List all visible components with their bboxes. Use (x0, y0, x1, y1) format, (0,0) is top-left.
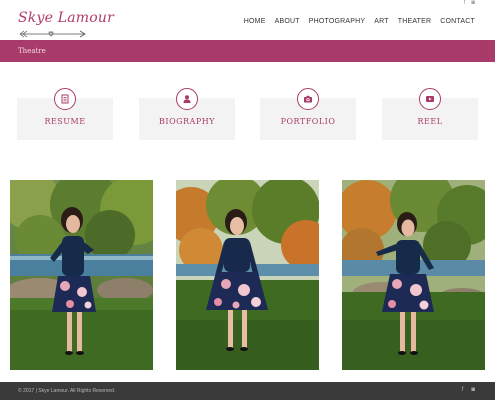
nav-item-photography[interactable]: PHOTOGRAPHY (309, 18, 366, 25)
footer-social-links: f ◙ (462, 387, 475, 393)
photo-1[interactable] (10, 180, 153, 370)
video-play-icon (419, 88, 441, 110)
instagram-icon[interactable]: ◙ (471, 0, 475, 8)
site-logo[interactable]: Skye Lamour (18, 10, 118, 40)
photo-3[interactable] (342, 180, 485, 370)
page-title-bar: Theatre (0, 40, 495, 62)
instagram-icon[interactable]: ◙ (471, 387, 475, 393)
facebook-icon[interactable]: f (462, 387, 464, 393)
photo-2[interactable] (176, 180, 319, 370)
page: f ◙ Skye Lamour HOME ABOUT PHOTOGRAPHY A… (0, 0, 495, 400)
facebook-icon[interactable]: f (464, 0, 466, 8)
document-icon (54, 88, 76, 110)
person-icon (176, 88, 198, 110)
logo-text: Skye Lamour (18, 10, 114, 26)
nav-item-home[interactable]: HOME (244, 18, 266, 25)
arrow-heart-icon (19, 30, 86, 38)
copyright-text: © 2017 | Skye Lamour. All Rights Reserve… (18, 388, 116, 394)
site-header: Skye Lamour HOME ABOUT PHOTOGRAPHY ART T… (0, 8, 495, 40)
camera-icon (297, 88, 319, 110)
reel-label: REEL (417, 117, 443, 126)
nav-item-contact[interactable]: CONTACT (440, 18, 475, 25)
biography-label: BIOGRAPHY (159, 117, 215, 126)
page-title: Theatre (18, 47, 46, 55)
portfolio-label: PORTFOLIO (280, 117, 336, 126)
top-social-links: f ◙ (464, 0, 475, 8)
site-footer: © 2017 | Skye Lamour. All Rights Reserve… (0, 382, 495, 400)
nav-item-about[interactable]: ABOUT (275, 18, 300, 25)
main-nav: HOME ABOUT PHOTOGRAPHY ART THEATER CONTA… (244, 18, 475, 25)
nav-item-theater[interactable]: THEATER (398, 18, 432, 25)
nav-item-art[interactable]: ART (374, 18, 388, 25)
resume-label: RESUME (44, 117, 86, 126)
